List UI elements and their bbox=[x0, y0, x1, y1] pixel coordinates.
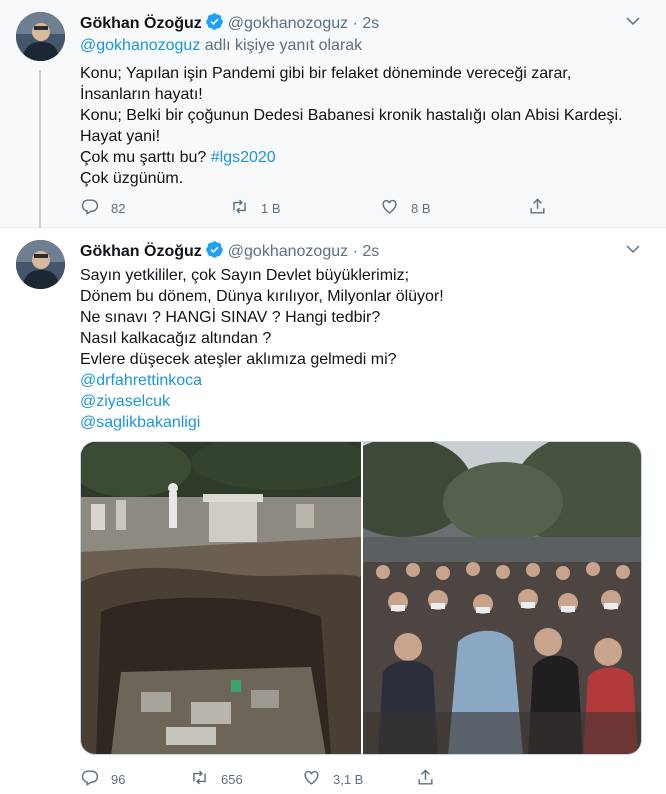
verified-badge-icon bbox=[205, 12, 224, 37]
hashtag-link[interactable]: #lgs2020 bbox=[211, 149, 276, 166]
tweet-line: Nasıl kalkacağız altından ? bbox=[80, 330, 272, 347]
like-button[interactable]: 8 B bbox=[380, 196, 431, 220]
avatar[interactable] bbox=[16, 12, 65, 61]
tweet-text: Sayın yetkililer, çok Sayın Devlet büyük… bbox=[80, 265, 444, 433]
timestamp[interactable]: 2s bbox=[362, 15, 379, 32]
share-button[interactable] bbox=[528, 196, 547, 220]
share-icon bbox=[528, 197, 547, 219]
tweet-line: Hayat yani! bbox=[80, 128, 161, 145]
tweet-actions: 82 1 B 8 B bbox=[80, 196, 560, 220]
tweet-line: Çok üzgünüm. bbox=[80, 170, 184, 187]
media-photo-crowd[interactable] bbox=[333, 442, 641, 754]
tweet-line: Evlere düşecek ateşler aklımıza gelmedi … bbox=[80, 351, 397, 368]
media-photo-cemetery[interactable] bbox=[81, 442, 371, 754]
tweet-header: Gökhan Özoğuz @gokhanozoguz · 2s bbox=[80, 12, 379, 32]
verified-badge-icon bbox=[205, 240, 224, 265]
retweet-count: 656 bbox=[221, 771, 243, 787]
tweet-line: Ne sınavı ? HANGİ SINAV ? Hangi tedbir? bbox=[80, 309, 381, 326]
separator-dot: · bbox=[352, 243, 358, 260]
reply-count: 96 bbox=[111, 771, 126, 787]
tweet-text: Konu; Yapılan işin Pandemi gibi bir fela… bbox=[80, 63, 623, 189]
tweet[interactable]: Gökhan Özoğuz @gokhanozoguz · 2s Sayın ye… bbox=[0, 228, 666, 794]
mention-link[interactable]: @saglikbakanligi bbox=[80, 412, 444, 433]
reply-suffix: adlı kişiye yanıt olarak bbox=[200, 37, 363, 54]
replying-to: @gokhanozoguz adlı kişiye yanıt olarak bbox=[80, 37, 362, 55]
share-icon bbox=[416, 768, 435, 790]
author-name[interactable]: Gökhan Özoğuz bbox=[80, 243, 202, 260]
reply-icon bbox=[80, 768, 99, 790]
retweet-icon bbox=[190, 768, 209, 790]
tweet-line: Sayın yetkililer, çok Sayın Devlet büyük… bbox=[80, 267, 410, 284]
like-count: 3,1 B bbox=[333, 771, 364, 787]
heart-icon bbox=[380, 197, 399, 219]
reply-button[interactable]: 96 bbox=[80, 767, 125, 791]
like-count: 8 B bbox=[411, 200, 431, 216]
mention-link[interactable]: @ziyaselcuk bbox=[80, 391, 444, 412]
mention-link[interactable]: @drfahrettinkoca bbox=[80, 370, 444, 391]
tweet-line: Konu; Yapılan işin Pandemi gibi bir fela… bbox=[80, 65, 572, 82]
reply-button[interactable]: 82 bbox=[80, 196, 125, 220]
retweet-icon bbox=[230, 197, 249, 219]
tweet-line: Dönem bu dönem, Dünya kırılıyor, Milyonl… bbox=[80, 288, 444, 305]
author-name[interactable]: Gökhan Özoğuz bbox=[80, 15, 202, 32]
share-button[interactable] bbox=[416, 767, 435, 791]
author-handle[interactable]: @gokhanozoguz bbox=[228, 243, 348, 260]
timestamp[interactable]: 2s bbox=[362, 243, 379, 260]
reply-icon bbox=[80, 197, 99, 219]
tweet-line: Çok mu şarttı bu? #lgs2020 bbox=[80, 147, 623, 168]
retweet-count: 1 B bbox=[261, 200, 281, 216]
chevron-down-icon[interactable] bbox=[624, 12, 642, 30]
chevron-down-icon[interactable] bbox=[624, 240, 642, 258]
tweet-line-text: Çok mu şarttı bu? bbox=[80, 149, 211, 166]
thread-connector-line bbox=[39, 70, 41, 230]
separator-dot: · bbox=[352, 15, 358, 32]
heart-icon bbox=[302, 768, 321, 790]
tweet-line: Konu; Belki bir çoğunun Dedesi Babanesi … bbox=[80, 107, 623, 124]
avatar[interactable] bbox=[16, 240, 65, 289]
tweet-line: İnsanların hayatı! bbox=[80, 86, 203, 103]
retweet-button[interactable]: 1 B bbox=[230, 196, 281, 220]
tweet-header: Gökhan Özoğuz @gokhanozoguz · 2s bbox=[80, 240, 379, 260]
like-button[interactable]: 3,1 B bbox=[302, 767, 363, 791]
tweet-thread-reply[interactable]: Gökhan Özoğuz @gokhanozoguz · 2s @gokhano… bbox=[0, 0, 666, 230]
tweet-actions: 96 656 3,1 B bbox=[80, 767, 560, 791]
reply-count: 82 bbox=[111, 200, 126, 216]
reply-mention-link[interactable]: @gokhanozoguz bbox=[80, 37, 200, 54]
author-handle[interactable]: @gokhanozoguz bbox=[228, 15, 348, 32]
retweet-button[interactable]: 656 bbox=[190, 767, 243, 791]
tweet-media bbox=[80, 441, 642, 755]
